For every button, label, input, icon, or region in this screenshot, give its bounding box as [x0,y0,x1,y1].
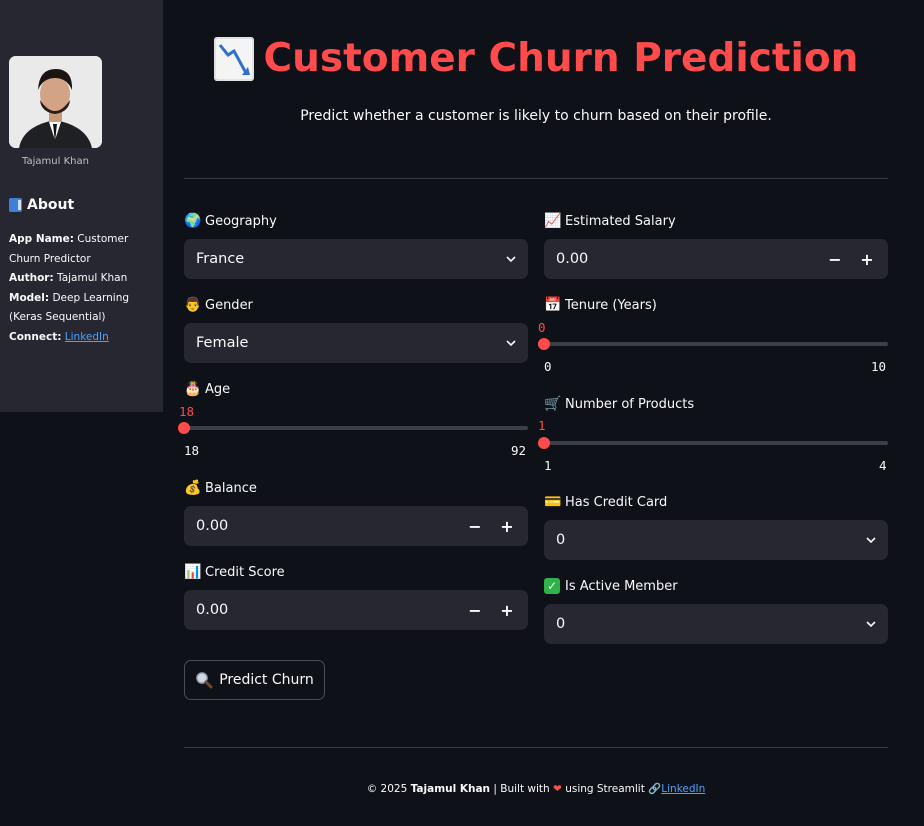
geography-select[interactable]: France [184,239,528,279]
has-credit-card-label: 💳 Has Credit Card [544,494,668,510]
book-icon [9,198,22,212]
bar-chart-icon: 📊 [184,564,202,580]
is-active-member-label: ✓ Is Active Member [544,578,678,594]
page-title: Customer Churn Prediction [184,36,888,81]
is-active-member-select[interactable]: 0 [544,604,888,644]
estimated-salary-label: 📈 Estimated Salary [544,213,676,229]
author-avatar [9,56,102,148]
num-products-slider-min: 1 [544,458,552,473]
footer-author: Tajamul Khan [410,783,491,795]
page-subtitle: Predict whether a customer is likely to … [300,108,772,124]
about-details: App Name: Customer Churn Predictor Autho… [9,230,161,348]
age-slider-value: 18 [179,404,195,419]
age-label: 🎂 Age [184,381,231,397]
age-slider-track[interactable] [184,426,528,430]
title-text: Customer Churn Prediction [263,36,859,81]
gender-select[interactable]: Female [184,323,528,363]
about-heading: About [9,197,74,213]
num-products-slider-value: 1 [538,418,546,433]
about-author: Author: Tajamul Khan [9,272,128,285]
num-products-slider-max: 4 [879,458,887,473]
age-slider-max: 92 [511,443,527,458]
tenure-slider-max: 10 [871,359,887,374]
cart-icon: 🛒 [544,396,562,412]
credit-score-decrement-button[interactable]: − [466,601,484,620]
about-title: About [27,197,75,213]
tenure-slider-value: 0 [538,320,546,335]
num-products-slider-thumb[interactable] [538,437,550,449]
has-credit-card-select[interactable]: 0 [544,520,888,560]
money-bag-icon: 💰 [184,480,202,496]
balance-decrement-button[interactable]: − [466,517,484,536]
cake-icon: 🎂 [184,381,202,397]
credit-score-input[interactable]: 0.00 − + [184,590,528,630]
has-credit-card-value: 0 [556,532,566,548]
footer-linkedin-link[interactable]: LinkedIn [661,783,705,795]
heart-icon: ❤ [553,783,562,795]
age-slider-min: 18 [184,443,200,458]
tenure-slider-min: 0 [544,359,552,374]
balance-increment-button[interactable]: + [498,517,516,536]
trend-up-icon: 📈 [544,213,562,229]
balance-input[interactable]: 0.00 − + [184,506,528,546]
header-divider [184,178,888,179]
chevron-down-icon [506,340,516,347]
author-caption: Tajamul Khan [22,156,89,167]
tenure-slider-thumb[interactable] [538,338,550,350]
predict-churn-button[interactable]: Predict Churn [184,660,325,700]
estimated-salary-value: 0.00 [556,251,589,267]
estimated-salary-input[interactable]: 0.00 − + [544,239,888,279]
sidebar: Tajamul Khan About App Name: Customer Ch… [0,0,163,412]
link-icon: 🔗 [648,783,662,795]
magnifier-icon [196,672,213,689]
chevron-down-icon [866,537,876,544]
balance-label: 💰 Balance [184,480,257,496]
predict-churn-label: Predict Churn [219,672,314,688]
chart-decreasing-icon [213,36,254,81]
geography-label: 🌍 Geography [184,213,277,229]
num-products-label: 🛒 Number of Products [544,396,695,412]
credit-score-label: 📊 Credit Score [184,564,285,580]
footer-divider [184,747,888,748]
linkedin-link[interactable]: LinkedIn [65,331,109,343]
about-model: Model: Deep Learning (Keras Sequential) [9,291,130,324]
calendar-icon: 📅 [544,297,562,313]
num-products-slider-track[interactable] [544,441,888,445]
geography-value: France [196,251,245,267]
tenure-label: 📅 Tenure (Years) [544,297,657,313]
tenure-slider-track[interactable] [544,342,888,346]
check-icon: ✓ [544,578,560,594]
age-slider-thumb[interactable] [178,422,190,434]
about-app-name: App Name: Customer Churn Predictor [9,233,129,265]
credit-card-icon: 💳 [544,494,562,510]
chevron-down-icon [866,621,876,628]
person-icon: 👨 [184,297,202,313]
gender-label: 👨 Gender [184,297,253,313]
globe-icon: 🌍 [184,213,202,229]
gender-value: Female [196,335,249,351]
footer: © 2025 Tajamul Khan | Built with ❤ using… [366,783,706,795]
credit-score-value: 0.00 [196,602,229,618]
balance-value: 0.00 [196,518,229,534]
salary-increment-button[interactable]: + [858,250,876,269]
credit-score-increment-button[interactable]: + [498,601,516,620]
salary-decrement-button[interactable]: − [826,250,844,269]
about-connect: Connect: LinkedIn [9,330,109,343]
chevron-down-icon [506,256,516,263]
is-active-member-value: 0 [556,616,566,632]
